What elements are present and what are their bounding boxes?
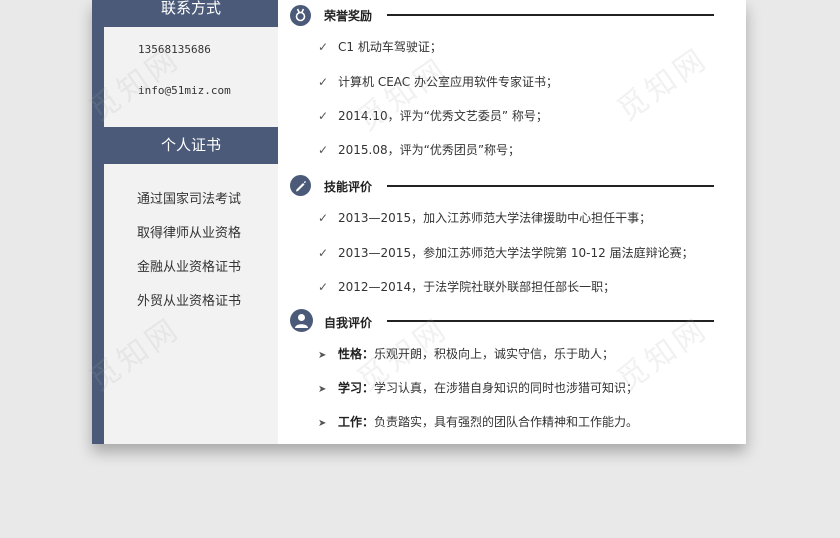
- resume-page: 联系方式 13568135686 info@51miz.com 个人证书 通过国…: [92, 0, 746, 444]
- self-eval-text: 学习认真，在涉猎自身知识的同时也涉猎可知识；: [374, 381, 639, 395]
- honor-item: ✓ 2015.08，评为“优秀团员”称号；: [318, 141, 520, 158]
- honor-text: 2015.08，评为“优秀团员”称号；: [338, 143, 521, 157]
- skill-text: 2012—2014，于法学院社联外联部担任部长一职；: [338, 280, 616, 294]
- sidebar: 联系方式 13568135686 info@51miz.com 个人证书 通过国…: [92, 0, 278, 444]
- check-icon: ✓: [318, 109, 329, 123]
- section-divider: [387, 185, 714, 187]
- skill-text: 2013—2015，加入江苏师范大学法律援助中心担任干事；: [338, 211, 652, 225]
- self-eval-item: ➤ 学习：学习认真，在涉猎自身知识的同时也涉猎可知识；: [318, 379, 638, 396]
- check-icon: ✓: [318, 211, 329, 225]
- skill-item: ✓ 2012—2014，于法学院社联外联部担任部长一职；: [318, 278, 615, 295]
- sidebar-accent-stripe: [92, 0, 104, 444]
- phone-number: 13568135686: [138, 43, 211, 56]
- self-eval-item: ➤ 工作：负责踏实，具有强烈的团队合作精神和工作能力。: [318, 413, 638, 430]
- self-eval-text: 乐观开朗，积极向上，诚实守信，乐于助人；: [374, 347, 615, 361]
- person-icon: [290, 309, 313, 332]
- certificate-item: 取得律师从业资格: [137, 226, 242, 241]
- check-icon: ✓: [318, 75, 329, 89]
- arrow-bullet-icon: ➤: [318, 384, 327, 395]
- honor-item: ✓ 计算机 CEAC 办公室应用软件专家证书；: [318, 73, 558, 90]
- section-title-honors: 荣誉奖励: [324, 9, 373, 23]
- arrow-bullet-icon: ➤: [318, 418, 327, 429]
- check-icon: ✓: [318, 280, 329, 294]
- certificate-item: 金融从业资格证书: [137, 260, 242, 275]
- skill-item: ✓ 2013—2015，参加江苏师范大学法学院第 10-12 届法庭辩论赛；: [318, 244, 694, 261]
- arrow-bullet-icon: ➤: [318, 350, 327, 361]
- skill-text: 2013—2015，参加江苏师范大学法学院第 10-12 届法庭辩论赛；: [338, 246, 694, 260]
- honor-text: 2014.10，评为“优秀文艺委员” 称号；: [338, 109, 548, 123]
- honor-item: ✓ 2014.10，评为“优秀文艺委员” 称号；: [318, 107, 548, 124]
- certificate-item: 通过国家司法考试: [137, 192, 242, 207]
- check-icon: ✓: [318, 143, 329, 157]
- certificate-item: 外贸从业资格证书: [137, 294, 242, 309]
- honor-item: ✓ C1 机动车驾驶证；: [318, 38, 442, 55]
- section-title-self: 自我评价: [324, 316, 373, 330]
- self-eval-label: 性格：: [338, 347, 375, 361]
- self-eval-label: 学习：: [338, 381, 375, 395]
- honor-text: C1 机动车驾驶证；: [338, 40, 442, 54]
- self-eval-item: ➤ 性格：乐观开朗，积极向上，诚实守信，乐于助人；: [318, 345, 614, 362]
- section-title-skills: 技能评价: [324, 180, 373, 194]
- contact-header: 联系方式: [104, 0, 278, 27]
- section-divider: [387, 14, 714, 16]
- self-eval-text: 负责踏实，具有强烈的团队合作精神和工作能力。: [374, 415, 639, 429]
- certificates-header: 个人证书: [104, 127, 278, 164]
- medal-icon: [290, 5, 311, 26]
- check-icon: ✓: [318, 40, 329, 54]
- skill-item: ✓ 2013—2015，加入江苏师范大学法律援助中心担任干事；: [318, 209, 651, 226]
- honor-text: 计算机 CEAC 办公室应用软件专家证书；: [338, 75, 558, 89]
- email-address: info@51miz.com: [138, 84, 231, 97]
- section-divider: [387, 320, 714, 322]
- self-eval-label: 工作：: [338, 415, 375, 429]
- check-icon: ✓: [318, 246, 329, 260]
- pen-icon: [290, 175, 311, 196]
